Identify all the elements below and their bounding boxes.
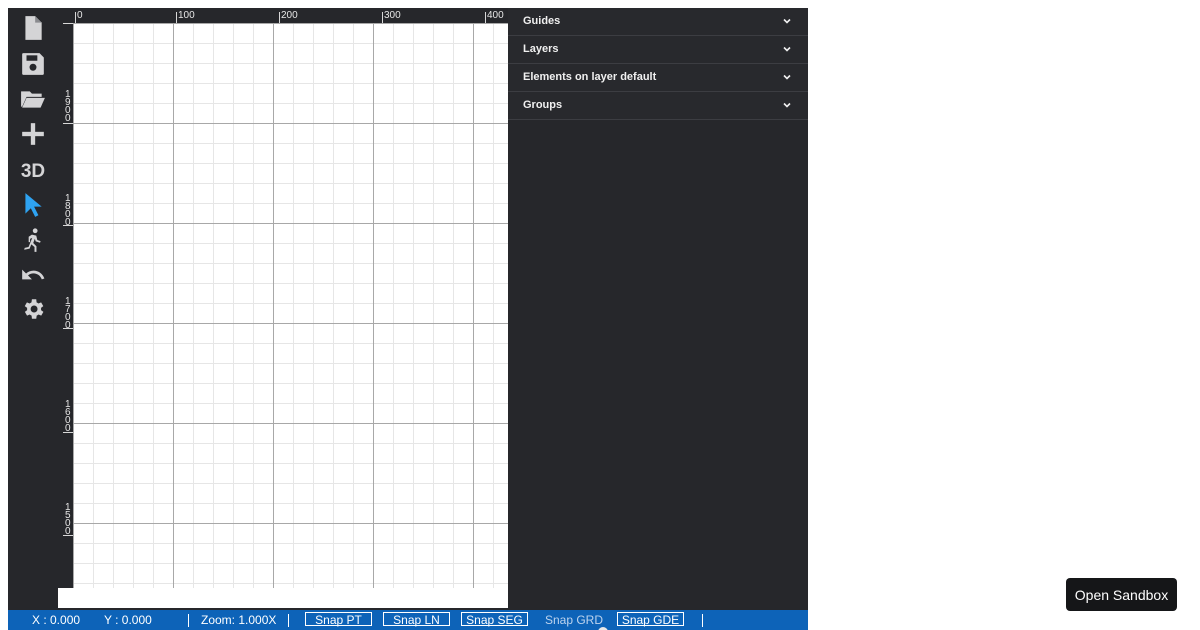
snap-grid-button[interactable]: Snap GRD [539, 612, 609, 627]
top-ruler: 0 100 200 300 400 [73, 8, 508, 23]
3d-label: 3D [20, 161, 46, 182]
snap-line-button[interactable]: Snap LN [383, 612, 450, 627]
panel-title: Elements on layer default [523, 71, 657, 83]
canvas-margin [58, 588, 508, 608]
chevron-down-icon [783, 18, 791, 24]
ruler-label: 100 [178, 10, 195, 21]
ruler-label: 400 [487, 10, 504, 21]
side-panels: Guides Layers Elements on layer default … [508, 8, 808, 608]
x-coordinate: X : 0.000 [32, 613, 81, 627]
new-file-icon [25, 16, 42, 40]
open-folder-icon [21, 91, 45, 108]
panel-layers[interactable]: Layers [508, 36, 808, 64]
panel-groups[interactable]: Groups [508, 92, 808, 120]
ruler-label: 1900 [65, 89, 71, 124]
zoom-level: Zoom: 1.000X [201, 613, 277, 627]
panel-title: Layers [523, 43, 559, 55]
ruler-label: 1500 [65, 502, 71, 537]
open-sandbox-button[interactable]: Open Sandbox [1066, 578, 1177, 611]
panel-elements[interactable]: Elements on layer default [508, 64, 808, 92]
pointer-icon [25, 193, 42, 217]
panel-guides[interactable]: Guides [508, 8, 808, 36]
ruler-label: 0 [77, 10, 83, 21]
settings-icon [24, 299, 44, 319]
open-button[interactable] [13, 83, 53, 115]
3d-view-button[interactable]: 3D [13, 156, 53, 188]
floorplan-editor: 3D 0 100 200 300 400 1900 1800 1700 1600… [8, 8, 808, 630]
walk-icon [24, 228, 41, 252]
chevron-down-icon [783, 102, 791, 108]
settings-button[interactable] [13, 293, 53, 325]
panel-title: Guides [523, 15, 561, 27]
add-button[interactable] [13, 118, 53, 150]
ruler-label: 200 [281, 10, 298, 21]
ruler-label: 1700 [65, 296, 71, 331]
select-tool-button[interactable] [13, 189, 53, 221]
snap-point-button[interactable]: Snap PT [305, 612, 372, 627]
snap-segment-button[interactable]: Snap SEG [461, 612, 528, 627]
ruler-label: 300 [384, 10, 401, 21]
panel-title: Groups [523, 99, 563, 111]
ruler-label: 1800 [65, 193, 71, 228]
status-bar: X : 0.000 Y : 0.000 Zoom: 1.000X Snap PT… [8, 610, 808, 630]
snap-guide-button[interactable]: Snap GDE [617, 612, 684, 627]
save-button[interactable] [13, 48, 53, 80]
chevron-down-icon [783, 74, 791, 80]
new-file-button[interactable] [13, 12, 53, 44]
drawing-canvas[interactable] [73, 23, 508, 588]
walk-mode-button[interactable] [13, 224, 53, 256]
left-ruler: 1900 1800 1700 1600 1500 [58, 23, 73, 588]
save-icon [22, 53, 44, 75]
chevron-down-icon [783, 46, 791, 52]
add-icon [22, 123, 44, 145]
left-toolbar: 3D [8, 8, 58, 608]
ruler-corner [58, 8, 73, 23]
undo-icon [22, 269, 45, 280]
ruler-label: 1600 [65, 399, 71, 434]
y-coordinate: Y : 0.000 [104, 613, 152, 627]
undo-button[interactable] [13, 259, 53, 291]
